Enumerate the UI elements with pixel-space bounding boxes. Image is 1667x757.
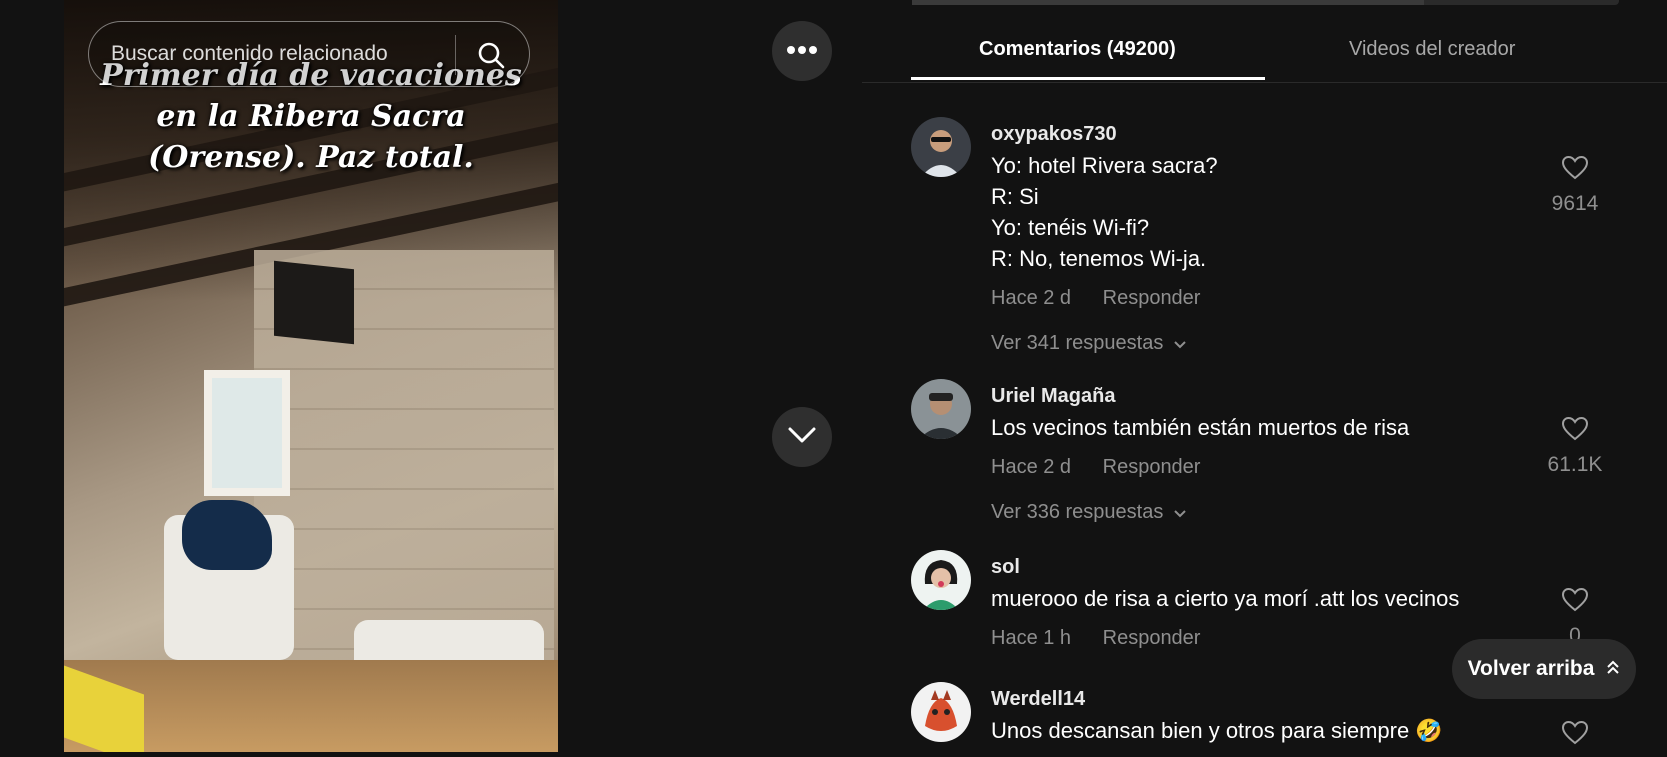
video-area: Primer día de vacaciones en la Ribera Sa… <box>0 0 862 752</box>
like-control: 9614 <box>1535 155 1615 216</box>
room-window <box>204 370 290 496</box>
heart-icon[interactable] <box>1535 155 1615 186</box>
view-replies-button[interactable]: Ver 341 respuestas <box>991 332 1551 355</box>
comment-text: muerooo de risa a cierto ya morí .att lo… <box>991 583 1551 614</box>
like-count: 61.1K <box>1547 453 1603 476</box>
comment-line: R: Si <box>991 184 1039 209</box>
comment-text: Unos descansan bien y otros para siempre… <box>991 715 1551 746</box>
double-chevron-up-icon <box>1606 657 1620 681</box>
avatar[interactable] <box>911 682 971 742</box>
panel-tabs: Comentarios (49200) Videos del creador <box>862 0 1667 83</box>
avatar[interactable] <box>911 550 971 610</box>
comment-time: Hace 1 h <box>991 627 1072 649</box>
comment-time: Hace 2 d <box>991 456 1072 478</box>
reply-button[interactable]: Responder <box>1103 456 1201 478</box>
more-dots-icon <box>786 42 818 60</box>
avatar[interactable] <box>911 117 971 177</box>
comment-text: Los vecinos también están muertos de ris… <box>991 412 1551 443</box>
like-count: 9614 <box>1551 192 1599 215</box>
search-divider <box>455 35 456 75</box>
caption-line: en la Ribera Sacra <box>156 99 466 134</box>
search-placeholder[interactable]: Buscar contenido relacionado <box>111 42 388 66</box>
reply-button[interactable]: Responder <box>1103 287 1201 309</box>
back-to-top-label: Volver arriba <box>1467 657 1595 680</box>
caption-line: (Orense). Paz total. <box>148 140 474 175</box>
related-search-box[interactable]: Buscar contenido relacionado <box>88 21 530 87</box>
wall-tv <box>274 260 354 345</box>
reply-button[interactable]: Responder <box>1103 627 1201 649</box>
search-icon[interactable] <box>477 41 505 74</box>
comment-meta: Hace 2 d Responder <box>991 456 1551 479</box>
tab-creator-videos[interactable]: Videos del creador <box>1349 38 1515 61</box>
comment-username[interactable]: Uriel Magaña <box>991 385 1551 408</box>
view-replies-label: Ver 341 respuestas <box>991 332 1164 354</box>
back-to-top-button[interactable]: Volver arriba <box>1452 639 1636 699</box>
next-video-button[interactable] <box>772 407 832 467</box>
heart-icon[interactable] <box>1535 720 1615 751</box>
view-replies-button[interactable]: Ver 336 respuestas <box>991 501 1551 524</box>
comment-line: muerooo de risa a cierto ya morí .att lo… <box>991 586 1460 611</box>
chevron-down-icon <box>1173 332 1187 355</box>
like-control <box>1535 720 1615 757</box>
like-control: 61.1K <box>1535 416 1615 477</box>
avatar[interactable] <box>911 379 971 439</box>
blue-bag <box>182 500 272 570</box>
comment-meta: Hace 2 d Responder <box>991 287 1551 310</box>
comment-line: R: No, tenemos Wi-ja. <box>991 246 1207 271</box>
comment-text: Yo: hotel Rivera sacra? R: Si Yo: tenéis… <box>991 150 1551 274</box>
comment-line: Los vecinos también están muertos de ris… <box>991 415 1410 440</box>
comment-username[interactable]: oxypakos730 <box>991 123 1551 146</box>
comment-line: Yo: hotel Rivera sacra? <box>991 153 1218 178</box>
more-options-button[interactable] <box>772 21 832 81</box>
comment-time: Hace 2 d <box>991 287 1072 309</box>
heart-icon[interactable] <box>1535 587 1615 618</box>
chevron-down-icon <box>787 426 817 449</box>
comment-username[interactable]: sol <box>991 556 1551 579</box>
heart-icon[interactable] <box>1535 416 1615 447</box>
active-tab-indicator <box>911 77 1265 80</box>
comment-line: Yo: tenéis Wi-fi? <box>991 215 1150 240</box>
chevron-down-icon <box>1173 501 1187 524</box>
tab-comments[interactable]: Comentarios (49200) <box>979 38 1176 61</box>
comment-line: Unos descansan bien y otros para siempre… <box>991 718 1443 743</box>
view-replies-label: Ver 336 respuestas <box>991 501 1164 523</box>
